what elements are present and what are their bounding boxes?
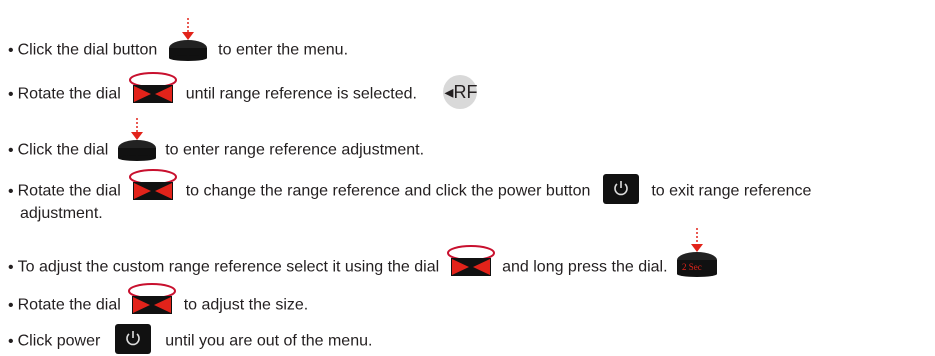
- step-1-text-b: to enter the menu.: [218, 41, 349, 59]
- step-6: • Rotate the dial to adjust the size.: [8, 283, 309, 322]
- step-4-text-c: to exit range reference: [651, 182, 812, 200]
- bullet: •: [8, 296, 14, 314]
- step-6-text-b: to adjust the size.: [183, 296, 309, 314]
- dial-press-icon: [115, 118, 159, 162]
- step-4: • Rotate the dial to change the range ref…: [8, 169, 933, 223]
- dial-rotate-icon: [127, 168, 179, 202]
- step-1-text-a: Click the dial button: [17, 41, 158, 59]
- bullet: •: [8, 85, 14, 103]
- dial-rotate-icon: [126, 282, 178, 316]
- step-7-text-a: Click power: [17, 332, 101, 350]
- bullet: •: [8, 258, 14, 276]
- step-4-text-b: to change the range reference and click …: [185, 182, 591, 200]
- bullet: •: [8, 332, 14, 350]
- step-4-text-a: Rotate the dial: [17, 182, 121, 200]
- dial-long-press-icon: 2 Sec: [674, 228, 720, 278]
- step-3-text-a: Click the dial: [17, 141, 109, 159]
- step-5-text-b: and long press the dial.: [502, 258, 668, 276]
- step-3-text-b: to enter range reference adjustment.: [165, 141, 425, 159]
- step-3: • Click the dial to enter range reference…: [8, 118, 425, 172]
- step-5: • To adjust the custom range reference se…: [8, 228, 720, 292]
- press-duration-label: 2 Sec: [682, 262, 702, 272]
- range-reference-badge-icon: ◂RF: [435, 74, 485, 110]
- dial-press-icon: [166, 18, 210, 62]
- bullet: •: [8, 41, 14, 59]
- bullet: •: [8, 182, 14, 200]
- step-5-text-a: To adjust the custom range reference sel…: [17, 258, 440, 276]
- step-2-text-a: Rotate the dial: [17, 85, 121, 103]
- step-4-continuation: adjustment.: [20, 205, 103, 222]
- step-7: • Click power until you are out of the me…: [8, 324, 373, 356]
- dial-rotate-icon: [127, 71, 179, 105]
- step-6-text-a: Rotate the dial: [17, 296, 121, 314]
- dial-rotate-icon: [445, 244, 497, 278]
- step-1: • Click the dial button to enter the menu…: [8, 18, 349, 72]
- step-7-text-b: until you are out of the menu.: [165, 332, 373, 350]
- step-2-text-b: until range reference is selected.: [185, 85, 417, 103]
- power-button-icon: [602, 174, 639, 204]
- range-reference-badge-label: ◂RF: [444, 82, 478, 102]
- power-button-icon: [114, 324, 151, 354]
- bullet: •: [8, 141, 14, 159]
- step-2: • Rotate the dial until range reference i…: [8, 72, 485, 112]
